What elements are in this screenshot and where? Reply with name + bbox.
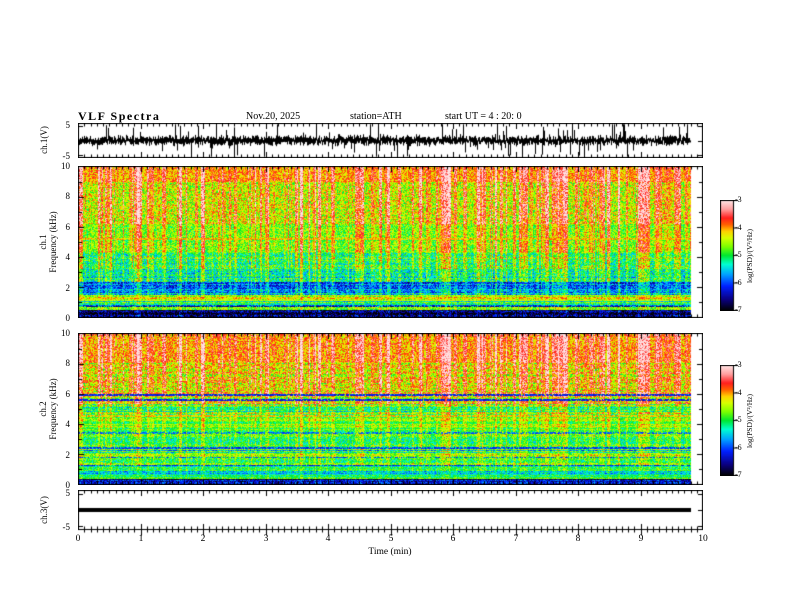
- spec2-ytick: 6: [65, 389, 71, 399]
- xtick-3: 3: [263, 534, 269, 544]
- vlf-spectra-page: { "title": { "main": "VLF Spectra", "dat…: [0, 0, 792, 612]
- xtick-9: 9: [638, 534, 644, 544]
- station-label: station=ATH: [350, 111, 402, 122]
- ch1-waveform-canvas: [78, 123, 703, 158]
- spec1-ytick: 2: [65, 283, 71, 293]
- xtick-4: 4: [325, 534, 331, 544]
- ch3-ytick: -5: [62, 522, 71, 532]
- spec1-ytick: 4: [65, 252, 71, 262]
- spec1-ytick: 8: [65, 191, 71, 201]
- xtick-1: 1: [138, 534, 144, 544]
- ch2-spectrogram-canvas: [78, 333, 703, 485]
- xtick-2: 2: [200, 534, 206, 544]
- cb2-axis-label: log(PSD)/(V²/Hz): [745, 394, 754, 448]
- cb1-axis-label: log(PSD)/(V²/Hz): [745, 229, 754, 283]
- spec2-ytick: 2: [65, 450, 71, 460]
- spec2-ytick: 10: [61, 328, 70, 338]
- wave1-ytick: -5: [62, 151, 71, 161]
- ch1-spectrogram-canvas: [78, 166, 703, 318]
- figure-date: Nov.20, 2025: [246, 111, 301, 122]
- start-ut-label: start UT = 4 : 20: 0: [445, 111, 522, 122]
- xtick-10: 10: [698, 534, 708, 544]
- spec2-ytick: 4: [65, 419, 71, 429]
- spec2-ytick: 8: [65, 358, 71, 368]
- figure-title: VLF Spectra: [78, 109, 161, 123]
- spec1-ytick: 6: [65, 222, 71, 232]
- spec2-ytick: 0: [65, 480, 71, 490]
- spec1-ytick: 10: [61, 161, 70, 171]
- xtick-0: 0: [75, 534, 81, 544]
- xtick-7: 7: [513, 534, 519, 544]
- x-axis-title: Time (min): [368, 547, 412, 557]
- wave1-ytick: 5: [65, 120, 71, 130]
- spec1-ytick: 0: [65, 313, 71, 323]
- xtick-5: 5: [388, 534, 394, 544]
- xtick-8: 8: [575, 534, 581, 544]
- xtick-6: 6: [450, 534, 456, 544]
- ch3-waveform-canvas: [78, 490, 703, 537]
